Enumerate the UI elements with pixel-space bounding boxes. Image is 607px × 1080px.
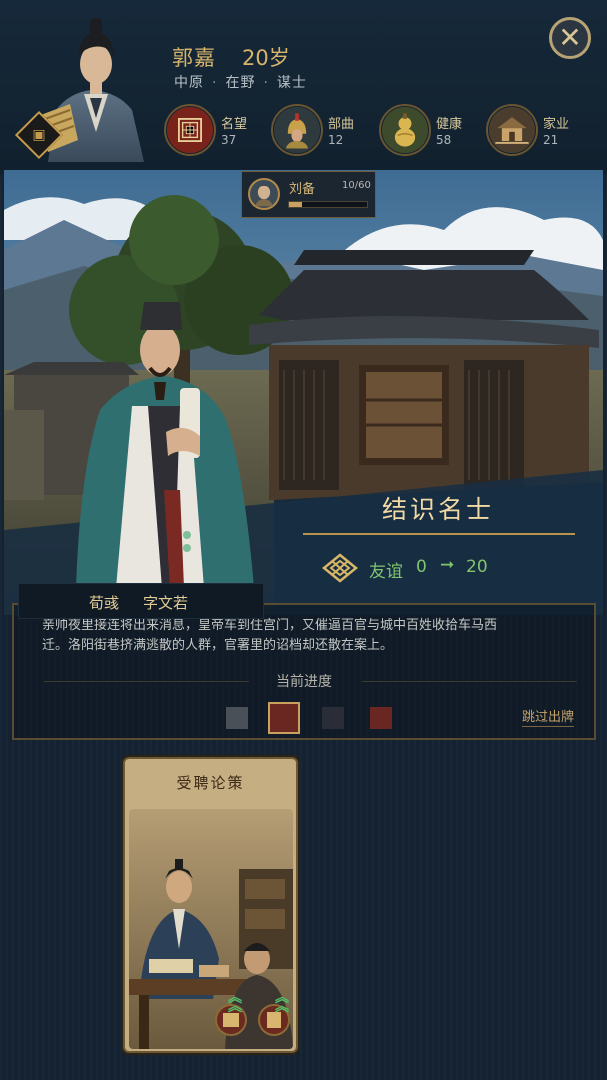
arrow-right-icon: ➞ — [440, 555, 455, 575]
stat-label: 家业 — [543, 117, 570, 132]
close-icon: ✕ — [558, 21, 582, 54]
upgrade-chevron-icon: ︽ ︽ — [228, 990, 242, 1015]
progress-cell-current — [268, 702, 300, 734]
card-title: 受聘论策 — [176, 774, 245, 792]
gourd-icon — [379, 104, 431, 156]
stat-health[interactable]: 健康 58 — [379, 104, 483, 160]
rank-emblem-icon: ▣ — [32, 127, 46, 143]
lord-favor-bar[interactable]: 刘备 10/60 — [241, 171, 376, 218]
stat-estate[interactable]: 家业 21 — [486, 104, 590, 160]
friendship-knot-icon — [322, 553, 358, 583]
house-icon — [486, 104, 538, 156]
story-panel: 亲帅夜里接连将出来消息，皇帝车到住宫门，又催逼百官与城中百姓收拾车马西 迁。洛阳… — [12, 603, 596, 740]
character-status: 在野 — [225, 75, 256, 91]
npc-name: 荀彧 — [89, 594, 120, 612]
scroll-seal-icon — [164, 104, 216, 156]
progress-cell — [370, 707, 392, 729]
stat-troops[interactable]: 部曲 12 — [271, 104, 375, 160]
lord-progress-track — [288, 201, 368, 208]
character-tags: 中原 · 在野 · 谋士 — [174, 72, 307, 92]
lord-avatar — [248, 178, 280, 210]
close-button[interactable]: ✕ — [549, 17, 591, 59]
reward-from-value: 0 — [416, 557, 427, 577]
story-line: 亲帅夜里接连将出来消息，皇帝车到住宫门，又催逼百官与城中百姓收拾车马西 — [42, 618, 498, 633]
npc-nameplate: 荀彧 字文若 — [18, 583, 264, 619]
stat-label: 部曲 — [328, 117, 355, 132]
reward-label: 友谊 — [369, 562, 403, 582]
lord-progress-fill — [289, 202, 302, 207]
npc-courtesy-name: 字文若 — [143, 594, 189, 612]
scene-illustration — [4, 170, 603, 615]
character-region: 中原 — [174, 75, 204, 91]
event-scene — [4, 170, 603, 615]
stat-value: 21 — [543, 133, 559, 147]
tag-separator: · — [263, 75, 269, 91]
title-divider — [303, 533, 575, 535]
tag-separator: · — [212, 75, 218, 91]
progress-title: 当前进度 — [276, 674, 332, 690]
event-card[interactable]: 受聘论策 ︽ ︽ ︽ ︽ — [123, 757, 298, 1053]
character-header: ▣ 郭嘉 20岁 中原 · 在野 · 谋士 ✕ 名望 37 部曲 12 健康 5… — [0, 0, 607, 175]
character-name: 郭嘉 — [172, 46, 216, 70]
stat-value: 58 — [436, 133, 452, 147]
soldier-helmet-icon — [271, 104, 323, 156]
stat-label: 名望 — [221, 117, 248, 132]
stat-value: 37 — [221, 133, 237, 147]
progress-cell — [322, 707, 344, 729]
character-role: 谋士 — [276, 75, 307, 91]
character-age: 20岁 — [242, 46, 290, 70]
lord-count: 10/60 — [342, 180, 371, 191]
stat-value: 12 — [328, 133, 344, 147]
reward-to-value: 20 — [466, 557, 488, 577]
story-line: 迁。洛阳街巷挤满逃散的人群，官署里的诏档却还散在案上。 — [42, 638, 394, 653]
event-title: 结识名士 — [381, 495, 494, 524]
stat-reputation[interactable]: 名望 37 — [164, 104, 268, 160]
upgrade-chevron-icon: ︽ ︽ — [275, 990, 289, 1015]
lord-name: 刘备 — [289, 182, 316, 197]
stat-label: 健康 — [436, 117, 463, 132]
progress-cell — [226, 707, 248, 729]
skip-button[interactable]: 跳过出牌 — [522, 706, 575, 727]
